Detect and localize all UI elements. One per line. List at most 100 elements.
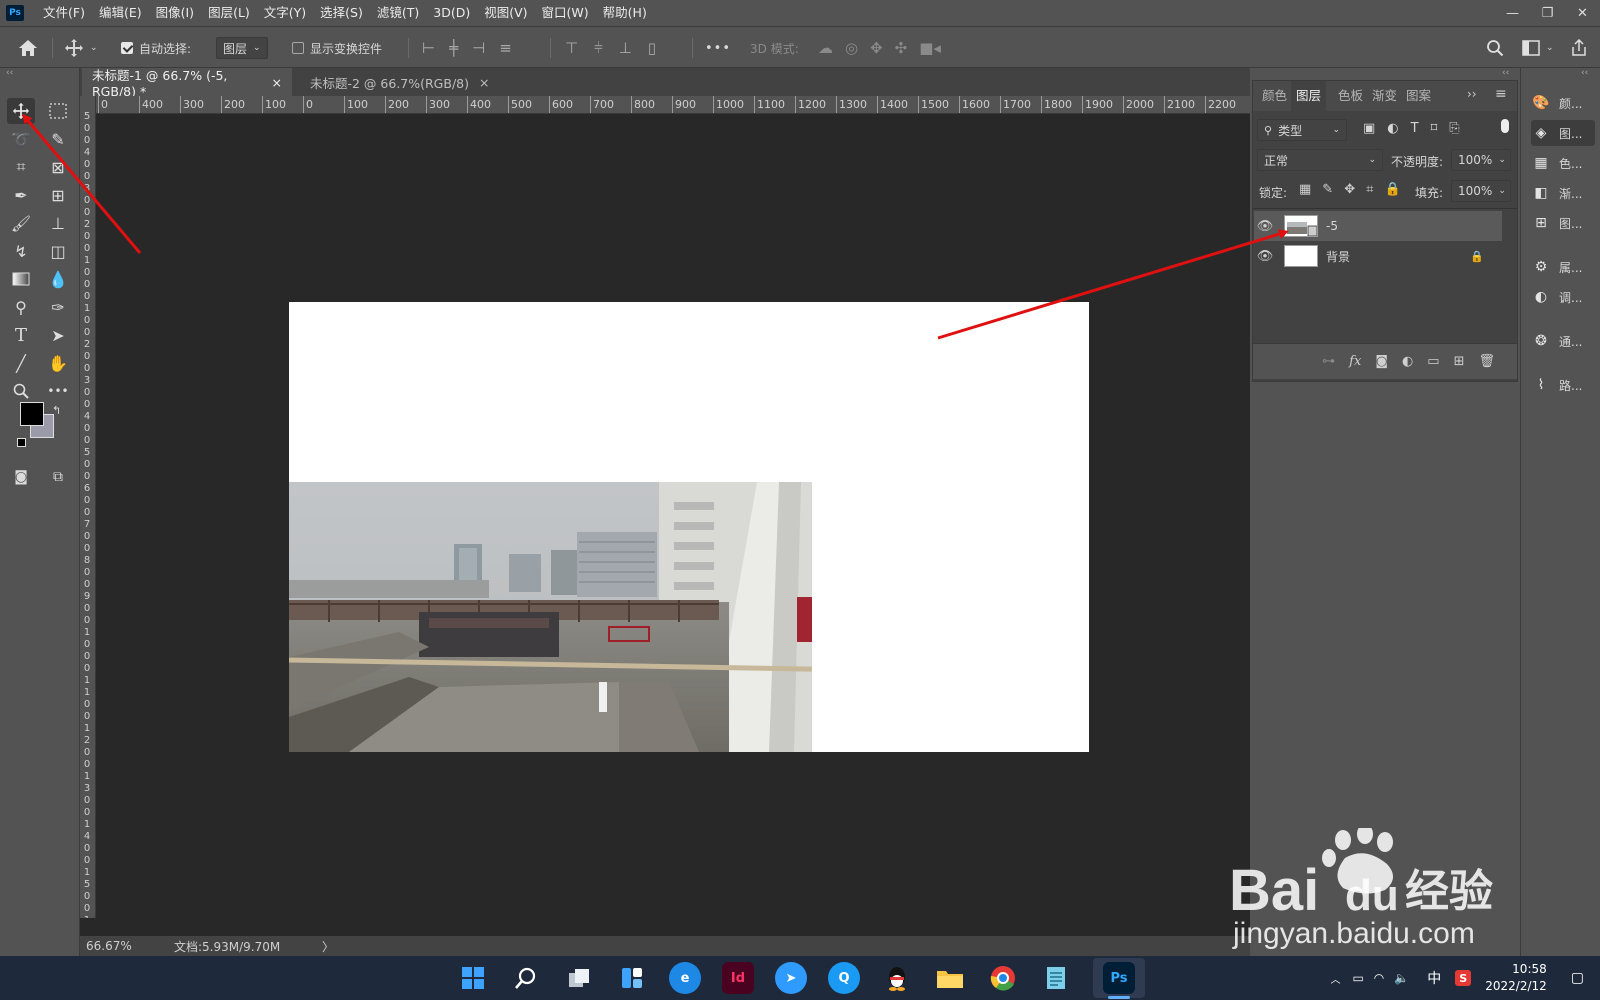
volume-icon[interactable]: 🔈 — [1394, 971, 1409, 985]
align-bottom-icon[interactable]: ⊥ — [619, 39, 632, 57]
brush-tool-icon[interactable]: 🖌 — [7, 210, 35, 236]
home-icon[interactable] — [18, 27, 38, 69]
lock-transparent-icon[interactable]: ▦ — [1299, 182, 1311, 197]
close-tab-icon[interactable]: × — [272, 75, 282, 90]
type-tool-icon[interactable]: T — [7, 322, 35, 348]
widgets-icon[interactable] — [616, 962, 648, 994]
battery-icon[interactable]: ▭ — [1352, 971, 1363, 985]
dock-color[interactable]: 🎨 颜... — [1531, 90, 1595, 116]
frame-tool-icon[interactable]: ⊠ — [44, 154, 72, 180]
delete-layer-icon[interactable]: 🗑 — [1478, 354, 1495, 369]
link-layers-icon[interactable]: ⊶ — [1322, 354, 1335, 369]
menu-view[interactable]: 视图(V) — [477, 0, 534, 26]
layer-row-background[interactable]: 👁 背景 🔒 — [1254, 241, 1502, 271]
move-tool-preset-icon[interactable]: ⌄ — [64, 27, 98, 69]
edge-browser-icon[interactable]: e — [669, 962, 701, 994]
chrome-icon[interactable] — [987, 962, 1019, 994]
auto-select-option[interactable]: 自动选择: — [121, 27, 191, 69]
quick-selection-tool-icon[interactable]: ✎ — [44, 126, 72, 152]
auto-select-checkbox[interactable] — [121, 42, 133, 54]
qq-icon[interactable] — [881, 962, 913, 994]
align-right-icon[interactable]: ⊣ — [472, 39, 485, 57]
restore-button[interactable]: ❐ — [1530, 0, 1565, 26]
new-adjustment-icon[interactable]: ◐ — [1402, 354, 1413, 369]
photoshop-taskbar-icon[interactable]: Ps — [1103, 962, 1135, 994]
share-icon[interactable] — [1570, 27, 1588, 69]
browser-icon[interactable]: Q — [828, 962, 860, 994]
add-mask-icon[interactable]: ◙ — [1375, 354, 1388, 369]
filter-toggle[interactable] — [1501, 119, 1509, 133]
hand-tool-icon[interactable]: ✋ — [44, 350, 72, 376]
pen-tool-icon[interactable]: ✑ — [44, 294, 72, 320]
more-options-button[interactable]: ••• — [705, 27, 731, 69]
lasso-tool-icon[interactable]: ➰ — [7, 126, 35, 152]
blur-tool-icon[interactable]: 💧 — [44, 266, 72, 292]
lock-all-icon[interactable]: 🔒 — [1384, 182, 1400, 197]
sogou-ime-icon[interactable]: S — [1455, 970, 1472, 986]
tab-color[interactable]: 颜色 — [1257, 81, 1292, 111]
visibility-eye-icon[interactable]: 👁 — [1254, 249, 1276, 264]
align-top-icon[interactable]: ⊤ — [565, 39, 578, 57]
dock-channels[interactable]: ❂ 通... — [1531, 328, 1595, 354]
more-tools-icon[interactable]: ••• — [44, 378, 72, 404]
new-layer-icon[interactable]: ⊞ — [1454, 354, 1465, 369]
layer-filter-dropdown[interactable]: ⚲ 类型 ⌄ — [1257, 119, 1347, 141]
eyedropper-tool-icon[interactable]: ✒ — [7, 182, 35, 208]
feishu-icon[interactable]: ➤ — [775, 962, 807, 994]
clone-stamp-tool-icon[interactable]: ⊥ — [44, 210, 72, 236]
lock-position-icon[interactable]: ✥ — [1344, 182, 1355, 197]
tab-untitled-1[interactable]: 未标题-1 @ 66.7% (-5, RGB/8) * × — [82, 68, 292, 99]
notepad-icon[interactable] — [1040, 962, 1072, 994]
ime-indicator[interactable]: 中 — [1427, 968, 1441, 988]
spot-healing-tool-icon[interactable]: ⊞ — [44, 182, 72, 208]
zoom-tool-icon[interactable] — [7, 378, 35, 404]
new-group-icon[interactable]: ▭ — [1427, 354, 1439, 369]
menu-file[interactable]: 文件(F) — [36, 0, 92, 26]
dock-swatches[interactable]: ▦ 色... — [1531, 150, 1595, 176]
zoom-level[interactable]: 66.67% — [80, 939, 170, 953]
path-selection-tool-icon[interactable]: ➤ — [44, 322, 72, 348]
menu-type[interactable]: 文字(Y) — [257, 0, 313, 26]
gradient-tool-icon[interactable] — [7, 266, 35, 292]
dock-layers[interactable]: ◈ 图... — [1531, 120, 1595, 146]
close-button[interactable]: ✕ — [1565, 0, 1600, 26]
dodge-tool-icon[interactable]: ⚲ — [7, 294, 35, 320]
filter-type-icon[interactable]: T — [1411, 121, 1419, 136]
search-icon[interactable] — [510, 962, 542, 994]
show-transform-checkbox[interactable] — [292, 42, 304, 54]
workspace-icon[interactable]: ⌄ — [1522, 27, 1554, 69]
collapse-toolbar-icon[interactable]: ‹‹ — [6, 68, 13, 78]
foreground-color-swatch[interactable] — [20, 402, 44, 426]
tab-layers[interactable]: 图层 — [1291, 81, 1327, 111]
history-brush-tool-icon[interactable]: ↯ — [7, 238, 35, 264]
lock-image-icon[interactable]: ✎ — [1322, 182, 1333, 197]
tab-patterns[interactable]: 图案 — [1401, 81, 1436, 111]
screen-mode-icon[interactable]: ⧉ — [44, 464, 72, 490]
rooftop-photo-layer[interactable] — [289, 482, 812, 752]
align-center-icon[interactable]: ╪ — [449, 39, 458, 57]
dock-gradients[interactable]: ◧ 渐... — [1531, 180, 1595, 206]
lock-artboard-icon[interactable]: ⌗ — [1366, 182, 1373, 197]
line-tool-icon[interactable]: ╱ — [7, 350, 35, 376]
3d-slide-icon[interactable]: ✣ — [895, 39, 908, 57]
layer-row-5[interactable]: 👁 -5 — [1254, 211, 1502, 241]
notification-icon[interactable]: ▢ — [1571, 970, 1584, 986]
distribute-vertical-icon[interactable]: ▯ — [648, 39, 656, 57]
panel-menu-icon[interactable]: ≡ — [1495, 86, 1507, 102]
3d-roll-icon[interactable]: ◎ — [845, 39, 858, 57]
3d-scale-icon[interactable]: ■◂ — [919, 39, 941, 57]
menu-help[interactable]: 帮助(H) — [596, 0, 654, 26]
menu-layer[interactable]: 图层(L) — [201, 0, 257, 26]
eraser-tool-icon[interactable]: ◫ — [44, 238, 72, 264]
opacity-field[interactable]: 100% ⌄ — [1451, 149, 1511, 171]
file-explorer-icon[interactable] — [934, 962, 966, 994]
blend-mode-dropdown[interactable]: 正常 ⌄ — [1257, 149, 1383, 171]
fx-icon[interactable]: fx — [1349, 354, 1361, 369]
align-middle-icon[interactable]: ⫩ — [594, 39, 603, 57]
swap-colors-icon[interactable]: ↰ — [52, 404, 61, 417]
expand-tabs-icon[interactable]: ›› — [1467, 87, 1477, 101]
menu-window[interactable]: 窗口(W) — [535, 0, 596, 26]
task-view-icon[interactable] — [563, 962, 595, 994]
distribute-horizontal-icon[interactable]: ≡ — [499, 39, 512, 57]
quick-mask-icon[interactable]: ◙ — [7, 464, 35, 490]
